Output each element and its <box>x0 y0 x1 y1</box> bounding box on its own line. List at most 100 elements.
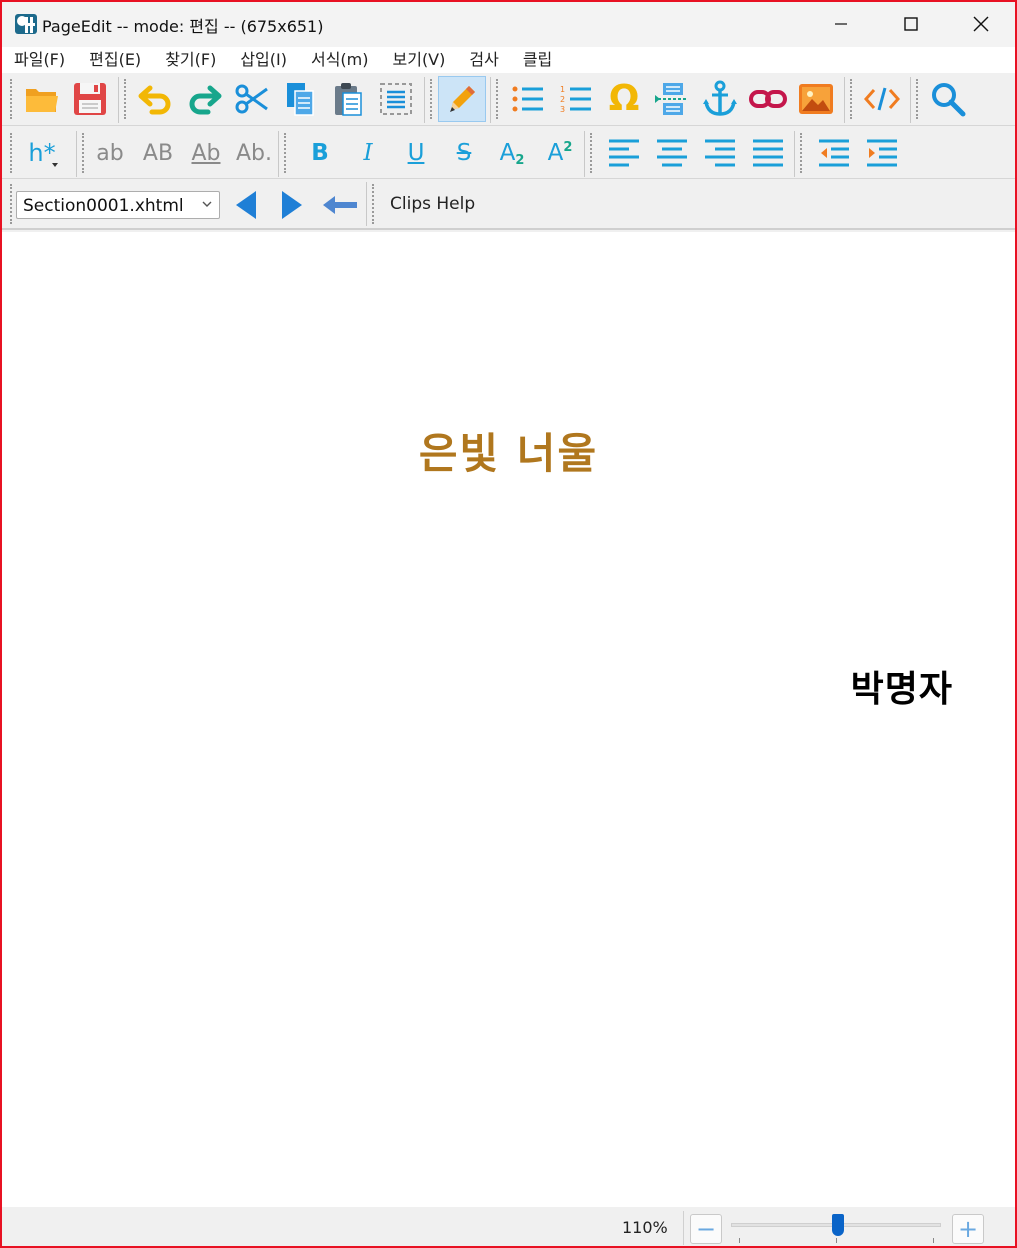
align-center-icon <box>657 139 687 167</box>
bullet-list-button[interactable] <box>506 77 550 121</box>
pageedit-logo-icon <box>15 14 37 34</box>
maximize-button[interactable] <box>876 2 946 46</box>
svg-text:2: 2 <box>560 95 565 104</box>
toolbar-grip[interactable] <box>124 79 127 119</box>
superscript-button[interactable]: A2 <box>538 131 582 175</box>
chevron-down-icon <box>202 201 212 207</box>
edit-mode-button[interactable] <box>438 76 486 122</box>
edit-pencil-icon <box>450 86 475 112</box>
bold-button[interactable]: B <box>298 131 342 175</box>
previous-file-button[interactable] <box>224 183 268 227</box>
document-author: 박명자 <box>850 668 953 710</box>
menu-inspect[interactable]: 검사 <box>457 47 510 73</box>
main-toolbar: 1 2 3 Ω <box>2 73 1015 126</box>
clips-help-label[interactable]: Clips Help <box>390 194 475 214</box>
save-button[interactable] <box>68 77 112 121</box>
link-icon <box>749 90 787 108</box>
menu-view[interactable]: 보기(V) <box>381 47 458 73</box>
toolbar-grip[interactable] <box>916 79 919 119</box>
menu-file[interactable]: 파일(F) <box>2 47 77 73</box>
toolbar-grip[interactable] <box>10 79 13 119</box>
align-left-button[interactable] <box>602 131 646 175</box>
align-right-button[interactable] <box>698 131 742 175</box>
subscript-button[interactable]: A2 <box>490 131 534 175</box>
subscript-mark: 2 <box>515 152 525 168</box>
triangle-left-icon <box>236 191 256 219</box>
align-right-icon <box>705 139 735 167</box>
close-icon <box>973 16 989 32</box>
zoom-in-button[interactable]: + <box>952 1214 984 1244</box>
document-view[interactable]: 은빛 너울 박명자 <box>2 232 1015 1207</box>
title-bar: PageEdit -- mode: 편집 -- (675x651) <box>2 2 1015 47</box>
menu-edit[interactable]: 편집(E) <box>77 47 153 73</box>
strikethrough-button[interactable]: S <box>442 131 486 175</box>
increase-indent-button[interactable] <box>860 131 904 175</box>
undo-button[interactable] <box>134 77 178 121</box>
zoom-level: 110% <box>622 1218 668 1237</box>
decrease-indent-button[interactable] <box>812 131 856 175</box>
open-button[interactable] <box>20 77 64 121</box>
toolbar-grip[interactable] <box>430 79 433 119</box>
justify-button[interactable] <box>746 131 790 175</box>
split-section-icon <box>655 83 688 115</box>
navigation-toolbar: Section0001.xhtml Clips Help <box>2 180 1015 230</box>
numbered-list-button[interactable]: 1 2 3 <box>554 77 598 121</box>
menu-insert[interactable]: 삽입(I) <box>228 47 299 73</box>
cut-button[interactable] <box>230 77 274 121</box>
bullet-list-icon <box>512 86 543 112</box>
zoom-out-button[interactable]: − <box>690 1214 722 1244</box>
close-button[interactable] <box>946 2 1015 46</box>
file-select[interactable]: Section0001.xhtml <box>16 191 220 219</box>
zoom-slider-handle[interactable] <box>832 1214 844 1236</box>
align-center-button[interactable] <box>650 131 694 175</box>
format-toolbar: h* ab AB Ab Ab. B I U S A2 A2 <box>2 127 1015 179</box>
minimize-button[interactable] <box>806 2 876 46</box>
insert-special-char-button[interactable]: Ω <box>602 77 646 121</box>
menu-clips[interactable]: 클립 <box>511 47 564 73</box>
uppercase-button[interactable]: AB <box>136 131 180 175</box>
anchor-button[interactable] <box>698 77 742 121</box>
redo-button[interactable] <box>182 77 226 121</box>
underline-button[interactable]: U <box>394 131 438 175</box>
paste-button[interactable] <box>326 77 370 121</box>
svg-text:3: 3 <box>560 105 565 114</box>
lowercase-button[interactable]: ab <box>88 131 132 175</box>
go-back-button[interactable] <box>318 183 362 227</box>
search-icon <box>932 83 966 117</box>
toolbar-grip[interactable] <box>850 79 853 119</box>
sentencecase-button[interactable]: Ab. <box>232 131 276 175</box>
toolbar-grip[interactable] <box>496 79 499 119</box>
italic-button[interactable]: I <box>346 131 390 175</box>
anchor-icon <box>703 80 737 116</box>
toolbar-grip[interactable] <box>10 133 13 173</box>
menu-format[interactable]: 서식(m) <box>299 47 381 73</box>
window-title: PageEdit -- mode: 편집 -- (675x651) <box>42 17 324 36</box>
outdent-icon <box>819 139 849 167</box>
numbered-list-icon: 1 2 3 <box>560 85 591 114</box>
code-view-button[interactable] <box>860 77 904 121</box>
heading-button[interactable]: h* <box>20 131 64 175</box>
triangle-right-icon <box>282 191 302 219</box>
insert-link-button[interactable] <box>746 77 790 121</box>
titlecase-button[interactable]: Ab <box>184 131 228 175</box>
copy-button[interactable] <box>278 77 322 121</box>
copy-icon <box>287 83 314 116</box>
file-select-value: Section0001.xhtml <box>23 196 184 216</box>
menu-bar: 파일(F) 편집(E) 찾기(F) 삽입(I) 서식(m) 보기(V) 검사 클… <box>2 47 1015 73</box>
toolbar-grip[interactable] <box>82 133 85 173</box>
select-all-icon <box>380 83 412 115</box>
insert-image-button[interactable] <box>794 77 838 121</box>
toolbar-grip[interactable] <box>284 133 287 173</box>
toolbar-grip[interactable] <box>800 133 803 173</box>
menu-find[interactable]: 찾기(F) <box>153 47 228 73</box>
split-section-button[interactable] <box>650 77 694 121</box>
minimize-icon <box>835 23 847 25</box>
toolbar-grip[interactable] <box>10 184 13 224</box>
select-all-button[interactable] <box>374 77 418 121</box>
chevron-down-icon <box>52 163 58 167</box>
toolbar-grip[interactable] <box>372 184 375 224</box>
toolbar-grip[interactable] <box>590 133 593 173</box>
document-title: 은빛 너울 <box>418 429 599 478</box>
next-file-button[interactable] <box>270 183 314 227</box>
find-button[interactable] <box>926 77 970 121</box>
